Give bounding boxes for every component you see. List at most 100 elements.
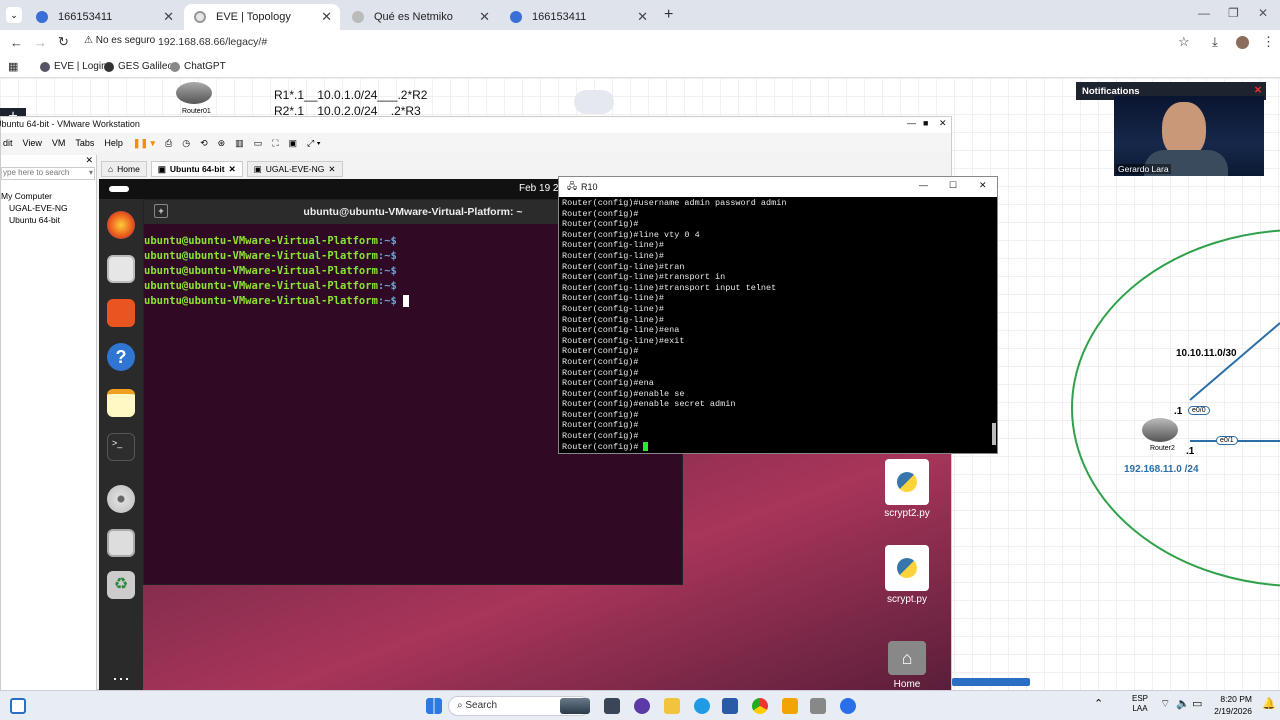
avatar[interactable] <box>1236 36 1249 49</box>
trash-icon[interactable]: ♻ <box>107 571 135 599</box>
pause-icon[interactable]: ❚❚ ▾ <box>133 138 155 149</box>
disc-icon[interactable] <box>107 485 135 513</box>
router-icon[interactable] <box>176 82 212 104</box>
restore-icon[interactable]: ❐ <box>1228 6 1239 20</box>
close-icon[interactable]: ✕ <box>1258 6 1268 20</box>
battery-icon[interactable]: ▭ <box>1192 697 1202 710</box>
browser-tab-2[interactable]: EVE | Topology ✕ <box>184 4 340 30</box>
app-center-icon[interactable] <box>107 299 135 327</box>
browser-tab-4[interactable]: 166153411 ✕ <box>500 4 656 30</box>
manage-snapshots-icon[interactable]: ⊛ <box>218 138 226 149</box>
close-icon[interactable]: ✕ <box>939 118 947 129</box>
close-icon[interactable]: ✕ <box>479 9 490 25</box>
new-tab-icon[interactable]: + <box>154 204 168 218</box>
close-icon[interactable]: ✕ <box>637 9 648 25</box>
vm-tab-ubuntu[interactable]: ▣ Ubuntu 64-bit ✕ <box>150 161 243 177</box>
start-icon[interactable] <box>426 698 442 714</box>
star-icon[interactable]: ☆ <box>1178 34 1190 50</box>
close-icon[interactable]: ✕ <box>163 9 174 25</box>
help-icon[interactable]: ? <box>107 343 135 371</box>
snapshot-icon[interactable]: ◷ <box>182 138 190 149</box>
stretch-icon[interactable]: ⤢ ▾ <box>307 138 320 149</box>
menu-help[interactable]: Help <box>104 138 123 148</box>
vmware-icon[interactable] <box>810 698 826 714</box>
files-icon[interactable] <box>107 255 135 283</box>
close-icon[interactable]: ✕ <box>979 180 987 191</box>
minimize-icon[interactable]: — <box>1198 6 1210 20</box>
firefox-icon[interactable] <box>107 211 135 239</box>
store-icon[interactable] <box>722 698 738 714</box>
menu-tabs[interactable]: Tabs <box>75 138 94 148</box>
volume-icon[interactable]: 🔈 <box>1176 697 1190 710</box>
edge-icon[interactable] <box>694 698 710 714</box>
close-icon[interactable]: ✕ <box>229 164 236 175</box>
menu-edit[interactable]: dit <box>3 138 13 148</box>
reload-icon[interactable]: ↻ <box>58 34 69 50</box>
router-console-window[interactable]: 🖧 R10 — ☐ ✕ Router(config)#username admi… <box>558 176 998 454</box>
forward-icon[interactable]: → <box>34 35 47 50</box>
desktop-file-scrypt2[interactable]: scrypt2.py <box>877 459 937 519</box>
folder-icon[interactable] <box>664 698 680 714</box>
bookmark-eve-login[interactable]: EVE | Login <box>40 61 107 72</box>
language-indicator[interactable]: ESP LAA <box>1132 694 1148 714</box>
security-chip[interactable]: ⚠ No es seguro <box>84 35 155 46</box>
close-icon[interactable]: ✕ <box>321 9 332 25</box>
console-line: Router(config)# <box>562 367 639 378</box>
library-toggle-icon[interactable]: ▥ <box>235 138 244 149</box>
sticky-notes-icon[interactable] <box>782 698 798 714</box>
minimize-icon[interactable]: — <box>907 118 916 128</box>
vm-tab-home[interactable]: ⌂ Home <box>101 161 147 177</box>
activities-pill[interactable] <box>109 186 129 192</box>
copilot-icon[interactable] <box>634 698 650 714</box>
maximize-icon[interactable]: ■ <box>923 118 928 128</box>
tab-list-button[interactable]: ⌄ <box>6 7 22 23</box>
apps-grid-icon[interactable]: ▦ <box>8 60 18 73</box>
bookmark-ges-galileo[interactable]: GES Galileo <box>104 61 173 72</box>
horizontal-scrollbar[interactable] <box>952 678 1030 686</box>
terminal-icon[interactable]: >_ <box>107 433 135 461</box>
download-icon[interactable]: ⤓ <box>1212 34 1218 50</box>
vm-tab-ugal[interactable]: ▣ UGAL-EVE-NG ✕ <box>246 161 343 177</box>
menu-vm[interactable]: VM <box>52 138 66 148</box>
close-icon[interactable]: ✕ <box>1254 85 1262 96</box>
text-editor-icon[interactable] <box>107 389 135 417</box>
minimize-icon[interactable]: — <box>919 180 928 190</box>
zoom-icon[interactable] <box>840 698 856 714</box>
console-icon[interactable]: ▣ <box>289 138 298 149</box>
router-icon[interactable] <box>1142 418 1178 442</box>
chevron-down-icon[interactable]: ▾ <box>89 168 93 177</box>
system-clock[interactable]: 8:20 PM 2/19/2026 <box>1210 693 1252 717</box>
more-menu-icon[interactable]: ⋮ <box>1262 34 1275 50</box>
library-item-ubuntu[interactable]: Ubuntu 64-bit <box>9 215 60 225</box>
back-icon[interactable]: ← <box>10 35 23 50</box>
library-search-input[interactable]: ype here to search ▾ <box>1 167 95 180</box>
library-close-icon[interactable]: ✕ <box>85 155 93 166</box>
bookmarks-bar: ▦ EVE | Login GES Galileo ChatGPT <box>0 56 1280 78</box>
console-output[interactable]: Router(config)#username admin password a… <box>559 197 997 453</box>
wifi-icon[interactable]: ⌔ <box>1160 697 1170 711</box>
browser-tab-1[interactable]: 166153411 ✕ <box>26 4 182 30</box>
desktop-file-scrypt[interactable]: scrypt.py <box>877 545 937 605</box>
new-tab-button[interactable]: + <box>664 6 673 24</box>
chrome-icon[interactable] <box>752 698 768 714</box>
close-icon[interactable]: ✕ <box>328 164 335 175</box>
drive-icon[interactable] <box>107 529 135 557</box>
library-item-my-computer[interactable]: My Computer <box>1 191 52 201</box>
library-item-ugal[interactable]: UGAL-EVE-NG <box>9 203 68 213</box>
maximize-icon[interactable]: ☐ <box>949 180 957 191</box>
print-icon[interactable]: ⎙ <box>165 138 172 149</box>
thumbnail-icon[interactable]: ▭ <box>254 138 263 149</box>
tray-chevron-icon[interactable]: ⌃ <box>1094 697 1103 710</box>
notification-bell-icon[interactable]: 🔔 <box>1262 697 1276 710</box>
fullscreen-icon[interactable]: ⛶ <box>272 138 278 149</box>
desktop-home[interactable]: ⌂ Home <box>877 641 937 690</box>
task-view-icon[interactable] <box>10 698 26 714</box>
menu-view[interactable]: View <box>23 138 42 148</box>
bookmark-chatgpt[interactable]: ChatGPT <box>170 61 226 72</box>
cloud-icon[interactable] <box>574 90 614 114</box>
vertical-scrollbar[interactable] <box>992 423 996 445</box>
file-explorer-icon[interactable] <box>604 698 620 714</box>
revert-icon[interactable]: ⟲ <box>200 138 208 149</box>
url-field[interactable]: 192.168.68.66/legacy/# <box>158 36 267 48</box>
browser-tab-3[interactable]: Qué es Netmiko ✕ <box>342 4 498 30</box>
